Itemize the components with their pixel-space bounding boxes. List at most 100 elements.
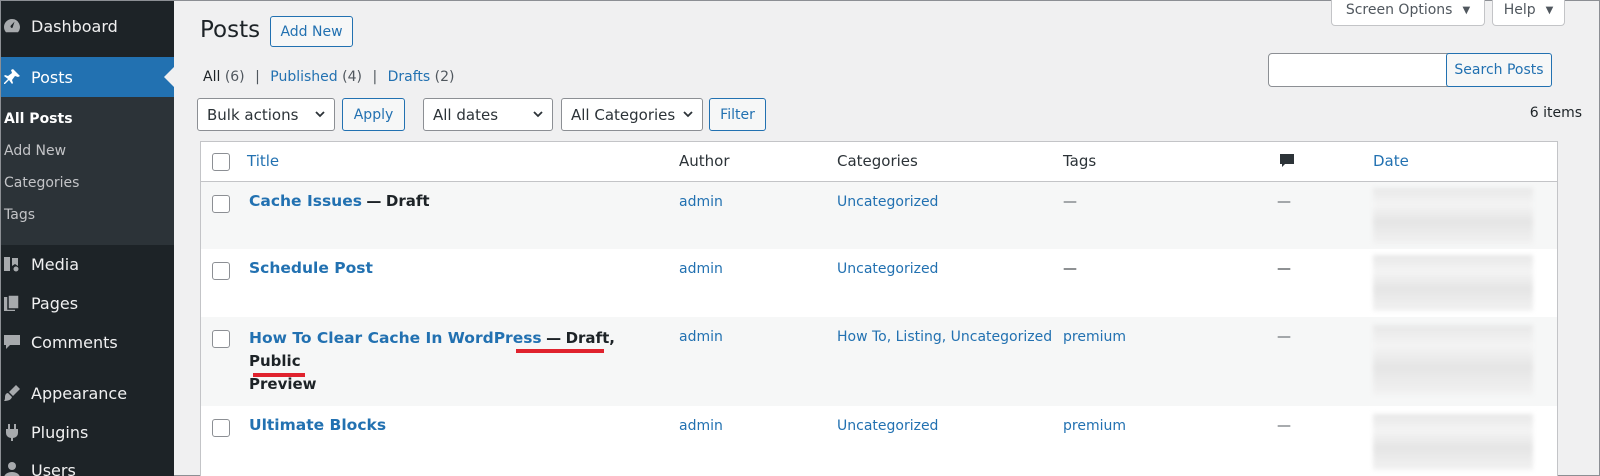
author-link[interactable]: admin <box>679 418 723 434</box>
table-row: Schedule Post admin Uncategorized — — <box>201 249 1557 317</box>
sidebar-item-comments[interactable]: Comments <box>1 327 174 357</box>
post-title-link[interactable]: Schedule Post <box>249 259 373 277</box>
tag-link[interactable]: premium <box>1063 329 1126 345</box>
add-new-button[interactable]: Add New <box>270 16 353 47</box>
chevron-down-icon <box>683 111 693 118</box>
bulk-actions-value: Bulk actions <box>207 105 299 124</box>
table-row: Cache Issues — Draft admin Uncategorized… <box>201 182 1557 249</box>
comments-value: — <box>1277 329 1291 345</box>
table-row: How To Clear Cache In WordPress — Draft,… <box>201 317 1557 406</box>
submenu-categories[interactable]: Categories <box>4 175 79 191</box>
column-title[interactable]: Title <box>247 152 279 170</box>
search-posts-button[interactable]: Search Posts <box>1446 53 1552 87</box>
sidebar-item-dashboard[interactable]: Dashboard <box>1 11 174 41</box>
sidebar-item-label: Posts <box>31 67 73 87</box>
post-state-separator: — <box>366 192 382 210</box>
sidebar-item-pages[interactable]: Pages <box>1 288 174 318</box>
plugins-icon <box>1 421 23 443</box>
page-title: Posts <box>200 17 261 43</box>
row-checkbox[interactable] <box>212 330 230 348</box>
tags-value: — <box>1063 194 1077 210</box>
post-title-cell: How To Clear Cache In WordPress — Draft,… <box>249 327 619 396</box>
author-link[interactable]: admin <box>679 329 723 345</box>
row-checkbox[interactable] <box>212 262 230 280</box>
column-date[interactable]: Date <box>1373 152 1409 170</box>
sidebar-item-label: Pages <box>31 293 79 313</box>
dates-filter-select[interactable]: All dates <box>423 98 553 131</box>
caret-down-icon: ▼ <box>1545 4 1554 16</box>
help-button[interactable]: Help ▼ <box>1492 0 1565 26</box>
sidebar-item-media[interactable]: Media <box>1 249 174 279</box>
filter-all[interactable]: All (6) <box>203 69 245 85</box>
highlight-underline <box>516 349 604 353</box>
dashboard-icon <box>1 15 23 37</box>
post-status-filters: All (6) | Published (4) | Drafts (2) <box>203 69 455 85</box>
comments-value: — <box>1277 194 1291 210</box>
table-header: Title Author Categories Tags Date <box>201 142 1557 182</box>
post-title-cell: Ultimate Blocks <box>249 416 386 434</box>
category-link[interactable]: Uncategorized <box>837 261 938 277</box>
dates-filter-value: All dates <box>433 105 499 124</box>
posts-table: Title Author Categories Tags Date Cache … <box>200 141 1558 476</box>
post-state-separator: — <box>546 329 562 347</box>
category-link[interactable]: Uncategorized <box>837 194 938 210</box>
filter-published[interactable]: Published (4) <box>270 69 362 85</box>
apply-button[interactable]: Apply <box>342 98 405 131</box>
sidebar-item-label: Users <box>31 460 76 476</box>
sidebar-item-plugins[interactable]: Plugins <box>1 417 174 447</box>
sidebar-item-label: Dashboard <box>31 16 118 36</box>
post-state-continued: Preview <box>249 375 317 393</box>
highlight-underline <box>253 373 305 377</box>
submenu-add-new[interactable]: Add New <box>4 143 66 159</box>
blurred-date <box>1373 414 1533 470</box>
categories-filter-select[interactable]: All Categories <box>561 98 703 131</box>
caret-down-icon: ▼ <box>1462 4 1471 16</box>
filter-separator: | <box>372 69 378 85</box>
filter-separator: | <box>255 69 260 85</box>
submenu-tags[interactable]: Tags <box>4 207 35 223</box>
submenu-all-posts[interactable]: All Posts <box>4 111 73 127</box>
post-title-link[interactable]: Cache Issues <box>249 192 362 210</box>
comments-value: — <box>1277 261 1291 277</box>
category-link[interactable]: How To, Listing, Uncategorized <box>837 329 1052 345</box>
column-author: Author <box>679 152 730 170</box>
chevron-down-icon <box>315 111 325 118</box>
blurred-date <box>1373 255 1533 311</box>
category-link[interactable]: Uncategorized <box>837 418 938 434</box>
comments-icon <box>1 331 23 353</box>
select-all-checkbox[interactable] <box>212 153 230 171</box>
post-state: Draft <box>385 192 430 210</box>
row-checkbox[interactable] <box>212 419 230 437</box>
row-checkbox[interactable] <box>212 195 230 213</box>
main-content: Posts Add New Screen Options ▼ Help ▼ Al… <box>174 0 1599 476</box>
sidebar-item-users[interactable]: Users <box>1 455 174 476</box>
column-categories: Categories <box>837 152 918 170</box>
author-link[interactable]: admin <box>679 261 723 277</box>
posts-submenu: All Posts Add New Categories Tags <box>1 97 174 245</box>
post-title-cell: Cache Issues — Draft <box>249 192 430 210</box>
author-link[interactable]: admin <box>679 194 723 210</box>
help-label: Help <box>1503 2 1536 18</box>
appearance-icon <box>1 382 23 404</box>
media-icon <box>1 253 23 275</box>
post-title-link[interactable]: How To Clear Cache In WordPress <box>249 329 542 347</box>
sidebar-item-appearance[interactable]: Appearance <box>1 378 174 408</box>
comments-column-icon[interactable] <box>1279 153 1295 169</box>
column-tags: Tags <box>1063 152 1097 170</box>
filter-drafts[interactable]: Drafts (2) <box>388 69 455 85</box>
items-count: 6 items <box>1529 105 1582 121</box>
tag-link[interactable]: premium <box>1063 418 1126 434</box>
blurred-date <box>1373 188 1533 244</box>
bulk-actions-select[interactable]: Bulk actions <box>197 98 335 131</box>
categories-filter-value: All Categories <box>571 105 676 124</box>
pushpin-icon <box>1 66 23 88</box>
post-title-link[interactable]: Ultimate Blocks <box>249 416 386 434</box>
search-posts-input[interactable] <box>1268 53 1471 87</box>
sidebar-item-label: Media <box>31 254 80 274</box>
sidebar-item-label: Comments <box>31 332 118 352</box>
pages-icon <box>1 292 23 314</box>
screen-options-button[interactable]: Screen Options ▼ <box>1331 0 1485 26</box>
blurred-date <box>1373 325 1533 395</box>
sidebar-item-posts[interactable]: Posts <box>1 57 174 97</box>
filter-button[interactable]: Filter <box>709 98 766 131</box>
